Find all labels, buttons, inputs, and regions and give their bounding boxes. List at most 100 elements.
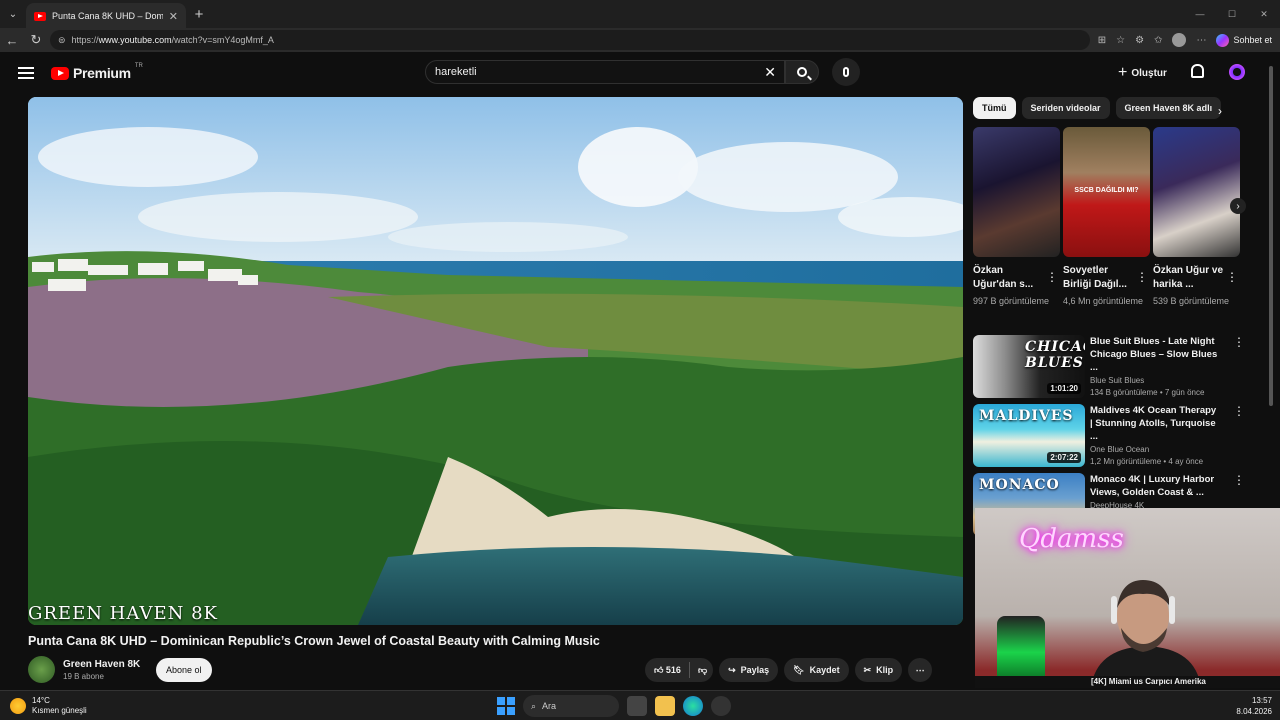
short-item[interactable]: Özkan Uğur'dan s... 997 B görüntüleme ⋮	[973, 127, 1060, 308]
short-title[interactable]: Sovyetler Birliği Dağıl...	[1063, 264, 1135, 292]
browser-tab-active[interactable]: Punta Cana 8K UHD – Dominican ✕	[26, 3, 186, 29]
short-item[interactable]: SSCB DAĞILDI MI? Sovyetler Birliği Dağıl…	[1063, 127, 1150, 308]
short-menu-icon[interactable]: ⋮	[1136, 270, 1148, 284]
save-label: Kaydet	[809, 665, 840, 675]
short-views: 539 B görüntüleme	[1153, 296, 1230, 306]
favorite-star-icon[interactable]: ☆	[1116, 35, 1125, 46]
file-explorer-icon[interactable]	[655, 696, 675, 716]
tab-close-icon[interactable]: ✕	[169, 10, 178, 23]
share-button[interactable]: ↪ Paylaş	[719, 658, 779, 682]
minimize-icon[interactable]: —	[1184, 0, 1216, 28]
tab-actions-chevron-icon[interactable]: ⌄	[0, 0, 26, 28]
maximize-icon[interactable]: ☐	[1216, 0, 1248, 28]
rec-meta: 1,2 Mn görüntüleme • 4 ay önce	[1090, 457, 1204, 466]
favorites-list-icon[interactable]: ✩	[1154, 35, 1162, 46]
search-input[interactable]: hareketli ✕	[425, 60, 785, 84]
chip-series[interactable]: Seriden videolar	[1021, 97, 1110, 119]
shorts-shelf: Özkan Uğur'dan s... 997 B görüntüleme ⋮ …	[973, 127, 1243, 322]
channel-info[interactable]: Green Haven 8K 19 B abone	[28, 656, 140, 683]
search-button[interactable]	[785, 60, 819, 84]
url-field[interactable]: ⊜ https://www.youtube.com/watch?v=smY4og…	[50, 30, 1090, 50]
browser-profile-avatar[interactable]	[1172, 33, 1187, 47]
short-thumbnail[interactable]: SSCB DAĞILDI MI?	[1063, 127, 1150, 257]
like-count: 516	[665, 664, 681, 675]
url-prefix: https://	[71, 35, 99, 45]
rec-info: Maldives 4K Ocean Therapy | Stunning Ato…	[1090, 404, 1220, 466]
like-divider	[688, 662, 690, 678]
short-menu-icon[interactable]: ⋮	[1046, 270, 1058, 284]
clear-search-icon[interactable]: ✕	[764, 64, 776, 81]
rec-title[interactable]: Monaco 4K | Luxury Harbor Views, Golden …	[1090, 473, 1220, 499]
youtube-premium-logo[interactable]: Premium TR	[51, 63, 143, 81]
video-frame-scene	[28, 97, 963, 625]
short-menu-icon[interactable]: ⋮	[1226, 270, 1238, 284]
account-avatar[interactable]	[1229, 64, 1245, 80]
copilot-label: Sohbet et	[1233, 35, 1272, 45]
extensions-icon[interactable]: ⚙	[1135, 35, 1144, 46]
dislike-button[interactable]: 👎︎	[698, 665, 707, 676]
rec-title[interactable]: Maldives 4K Ocean Therapy | Stunning Ato…	[1090, 404, 1220, 443]
rec-channel[interactable]: Blue Suit Blues	[1090, 376, 1220, 385]
short-views: 4,6 Mn görüntüleme	[1063, 296, 1144, 306]
youtube-play-icon	[51, 66, 69, 80]
like-button[interactable]: 👍︎ 516	[654, 665, 681, 676]
system-clock[interactable]: 13:57 8.04.2026	[1236, 695, 1272, 717]
browser-tab-bar: ⌄ Punta Cana 8K UHD – Dominican ✕ + — ☐ …	[0, 0, 1280, 29]
back-arrow-icon[interactable]: ←	[0, 33, 24, 48]
subscribe-button[interactable]: Abone ol	[156, 658, 212, 682]
app-icon[interactable]	[711, 696, 731, 716]
recommendation-item[interactable]: CHICAGO BLUES 1:01:20 Blue Suit Blues - …	[973, 335, 1245, 399]
short-thumbnail[interactable]	[973, 127, 1060, 257]
edge-browser-icon[interactable]	[683, 696, 703, 716]
task-view-icon[interactable]	[627, 696, 647, 716]
save-button[interactable]: 🔖︎ Kaydet	[784, 658, 849, 682]
rec-title[interactable]: Blue Suit Blues - Late Night Chicago Blu…	[1090, 335, 1220, 374]
chip-channel[interactable]: Green Haven 8K adlı	[1115, 97, 1222, 119]
copilot-button[interactable]: Sohbet et	[1216, 33, 1272, 47]
window-controls: — ☐ ✕	[1184, 0, 1280, 28]
app-available-icon[interactable]: ⊞	[1098, 35, 1106, 46]
close-window-icon[interactable]: ✕	[1248, 0, 1280, 28]
page-scrollbar[interactable]	[1268, 60, 1274, 500]
rec-menu-icon[interactable]: ⋮	[1233, 335, 1245, 349]
weather-temp: 14°C	[32, 696, 50, 705]
recommendation-item[interactable]: MALDIVES 2:07:22 Maldives 4K Ocean Thera…	[973, 404, 1245, 468]
subscriber-count: 19 B abone	[63, 671, 104, 681]
short-item[interactable]: Özkan Uğur ve harika ... 539 B görüntüle…	[1153, 127, 1240, 308]
windows-start-icon[interactable]	[497, 697, 515, 715]
rgb-lamp	[997, 616, 1045, 682]
clip-button[interactable]: ✂ Klip	[854, 658, 903, 682]
create-button[interactable]: + Oluştur	[1118, 64, 1167, 82]
shorts-next-chevron-icon[interactable]: ›	[1230, 198, 1246, 214]
rec-thumbnail[interactable]: MALDIVES 2:07:22	[973, 404, 1085, 467]
menu-hamburger-icon[interactable]	[18, 67, 34, 79]
site-info-icon[interactable]: ⊜	[58, 35, 66, 46]
webcam-overlay: Qdamss [4K] Miami us Carpıcı Amerika	[975, 508, 1280, 688]
notifications-bell-icon[interactable]	[1191, 64, 1204, 78]
rec-menu-icon[interactable]: ⋮	[1233, 404, 1245, 418]
rec-info: Monaco 4K | Luxury Harbor Views, Golden …	[1090, 473, 1220, 510]
browser-menu-icon[interactable]: ⋯	[1196, 35, 1206, 46]
short-thumbnail[interactable]	[1153, 127, 1240, 257]
rec-menu-icon[interactable]: ⋮	[1233, 473, 1245, 487]
search-value: hareketli	[435, 66, 477, 78]
voice-search-button[interactable]	[832, 58, 860, 86]
more-actions-button[interactable]: ⋯	[908, 658, 933, 682]
rec-channel[interactable]: One Blue Ocean	[1090, 445, 1220, 454]
refresh-icon[interactable]: ↻	[24, 32, 48, 48]
channel-name[interactable]: Green Haven 8K	[63, 659, 140, 670]
chips-next-chevron-icon[interactable]: ›	[1218, 104, 1222, 118]
video-player[interactable]	[28, 97, 963, 625]
rec-thumbnail[interactable]: CHICAGO BLUES 1:01:20	[973, 335, 1085, 398]
short-overlay-text: SSCB DAĞILDI MI?	[1074, 187, 1139, 194]
short-title[interactable]: Özkan Uğur'dan s...	[973, 264, 1045, 292]
scrollbar-thumb[interactable]	[1269, 66, 1273, 406]
microphone-icon	[843, 67, 849, 77]
weather-widget[interactable]: 14°C Kısmen güneşli	[10, 696, 87, 716]
clock-time: 13:57	[1251, 696, 1272, 705]
short-title[interactable]: Özkan Uğur ve harika ...	[1153, 264, 1225, 292]
channel-avatar[interactable]	[28, 656, 55, 683]
taskbar-search[interactable]: ⌕ Ara	[523, 695, 619, 717]
new-tab-plus-icon[interactable]: +	[186, 6, 212, 23]
chip-all[interactable]: Tümü	[973, 97, 1016, 119]
